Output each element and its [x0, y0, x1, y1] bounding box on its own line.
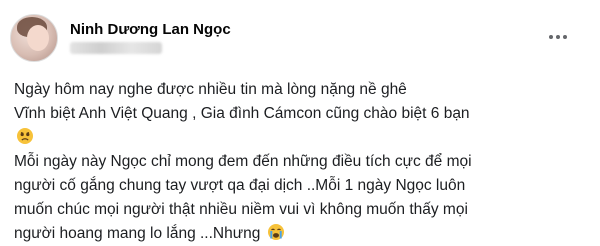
post-line-2: Vĩnh biệt Anh Việt Quang , Gia đình Cámc… [14, 105, 470, 122]
post-line-emoji [14, 126, 592, 150]
post-timestamp-blurred [70, 42, 162, 54]
sad-face-emoji-icon [17, 128, 33, 144]
facebook-post: Ninh Dương Lan Ngọc Ngày hôm nay nghe đư… [0, 0, 600, 243]
author-name[interactable]: Ninh Dương Lan Ngọc [70, 21, 231, 38]
post-line-1: Ngày hôm nay nghe được nhiều tin mà lòng… [14, 81, 407, 98]
post-header: Ninh Dương Lan Ngọc [0, 0, 600, 70]
post-message: Ngày hôm nay nghe được nhiều tin mà lòng… [14, 78, 592, 246]
post-line-6-text: người hoang mang lo lắng ...Nhưng [14, 225, 261, 242]
more-options-icon [549, 35, 567, 39]
post-line-3: Mỗi ngày này Ngọc chỉ mong đem đến những… [14, 153, 472, 170]
avatar-face [27, 25, 49, 51]
loudly-crying-face-emoji-icon [267, 224, 284, 240]
post-line-4: người cố gắng chung tay vượt qa đại dịch… [14, 177, 466, 194]
more-options-button[interactable] [544, 27, 572, 47]
post-line-5: muốn chúc mọi người thật nhiều niềm vui … [14, 201, 468, 218]
post-line-6: người hoang mang lo lắng ...Nhưng [14, 222, 592, 246]
author-avatar[interactable] [10, 14, 58, 62]
